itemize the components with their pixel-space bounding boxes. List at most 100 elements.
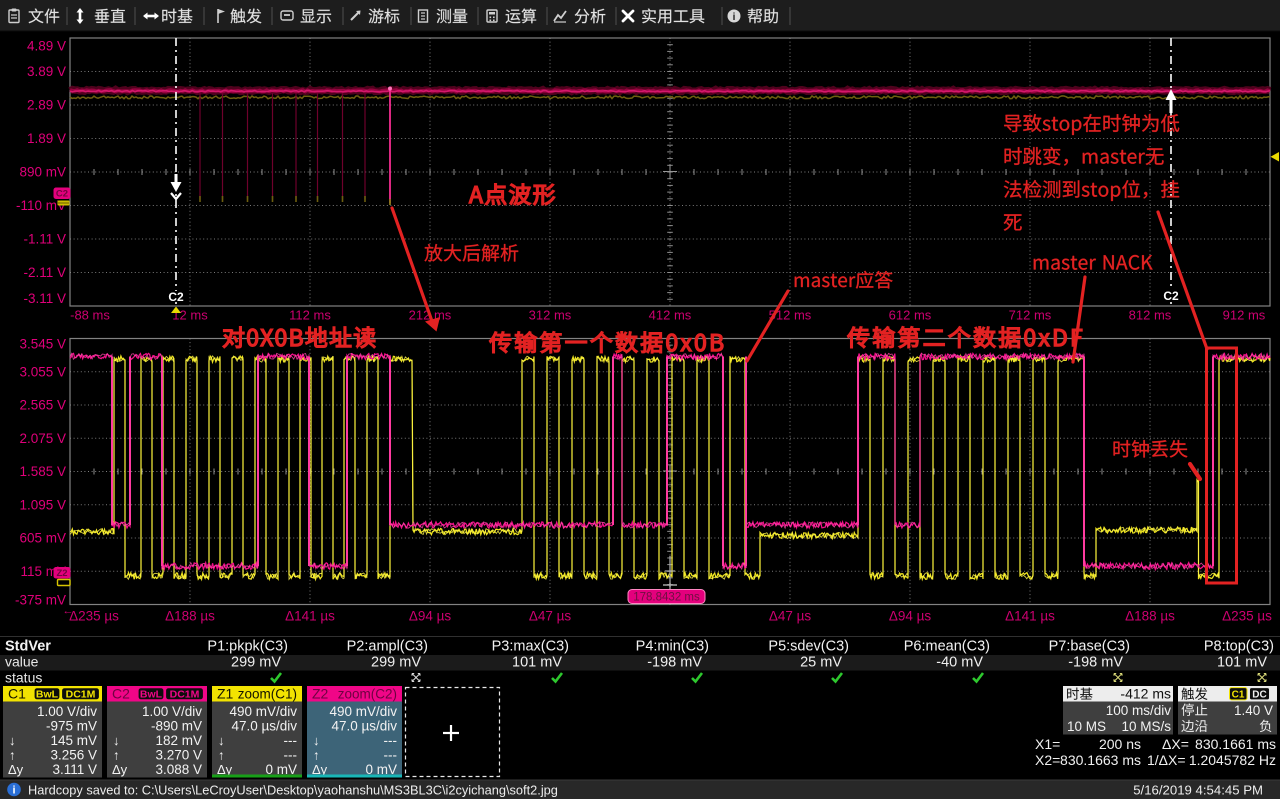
svg-text:1.585 V: 1.585 V	[19, 464, 66, 479]
svg-text:912 ms: 912 ms	[1223, 308, 1266, 323]
svg-text:10 MS/s: 10 MS/s	[1121, 719, 1171, 734]
svg-text:---: ---	[284, 733, 298, 748]
svg-text:Z2: Z2	[56, 568, 67, 579]
svg-text:---: ---	[384, 748, 398, 763]
svg-text:Δ235 µs: Δ235 µs	[69, 609, 119, 624]
svg-text:312 ms: 312 ms	[529, 308, 572, 323]
svg-text:↓: ↓	[313, 733, 320, 748]
svg-text:↑: ↑	[218, 748, 225, 763]
svg-text:3.89 V: 3.89 V	[27, 64, 66, 79]
svg-text:-198 mV: -198 mV	[1068, 655, 1123, 671]
svg-text:-375 mV: -375 mV	[15, 593, 66, 608]
svg-text:2.89 V: 2.89 V	[27, 98, 66, 113]
svg-text:299 mV: 299 mV	[231, 655, 281, 671]
svg-text:-975 mV: -975 mV	[46, 719, 97, 734]
svg-text:490 mV/div: 490 mV/div	[229, 704, 297, 719]
svg-text:3.055 V: 3.055 V	[19, 364, 66, 379]
svg-text:Z2: Z2	[312, 686, 329, 702]
svg-text:i: i	[12, 785, 15, 797]
svg-text:zoom(C2): zoom(C2)	[338, 687, 397, 702]
svg-text:200 ns: 200 ns	[1099, 736, 1141, 752]
svg-text:↓: ↓	[113, 733, 120, 748]
svg-text:status: status	[5, 670, 42, 686]
svg-text:182 mV: 182 mV	[155, 733, 202, 748]
svg-text:Δy: Δy	[8, 762, 24, 777]
svg-text:145 mV: 145 mV	[50, 733, 97, 748]
svg-text:1.89 V: 1.89 V	[27, 131, 66, 146]
svg-text:830.1663 ms: 830.1663 ms	[1060, 752, 1141, 768]
svg-text:P3:max(C3): P3:max(C3)	[492, 639, 569, 655]
svg-text:1.095 V: 1.095 V	[19, 497, 66, 512]
svg-text:101 mV: 101 mV	[512, 655, 562, 671]
svg-text:-2.11 V: -2.11 V	[23, 265, 66, 280]
svg-text:BwL: BwL	[140, 689, 163, 701]
svg-text:C1: C1	[8, 686, 26, 702]
svg-text:47.0 µs/div: 47.0 µs/div	[331, 719, 397, 734]
svg-text:-110 mV: -110 mV	[16, 198, 66, 213]
svg-text:zoom(C1): zoom(C1)	[238, 687, 297, 702]
svg-text:4.89 V: 4.89 V	[27, 39, 66, 54]
svg-text:412 ms: 412 ms	[649, 308, 692, 323]
svg-text:1.2045782 Hz: 1.2045782 Hz	[1189, 752, 1276, 768]
svg-text:P6:mean(C3): P6:mean(C3)	[904, 639, 990, 655]
svg-text:890 mV: 890 mV	[19, 165, 66, 180]
svg-text:X1=: X1=	[1035, 736, 1060, 752]
svg-text:178.8432 ms: 178.8432 ms	[633, 592, 700, 604]
svg-text:P7:base(C3): P7:base(C3)	[1049, 639, 1130, 655]
svg-text:X2=: X2=	[1035, 752, 1060, 768]
svg-text:10 MS: 10 MS	[1067, 719, 1106, 734]
svg-text:5/16/2019 4:54:45 PM: 5/16/2019 4:54:45 PM	[1133, 783, 1263, 798]
svg-text:i: i	[733, 12, 736, 23]
svg-text:↓: ↓	[9, 733, 16, 748]
svg-text:612 ms: 612 ms	[889, 308, 932, 323]
svg-text:1/ΔX=: 1/ΔX=	[1147, 752, 1186, 768]
svg-text:-890 mV: -890 mV	[151, 719, 202, 734]
svg-text:←: ←	[63, 605, 74, 617]
svg-text:Hardcopy saved to: C:\Users\Le: Hardcopy saved to: C:\Users\LeCroyUser\D…	[28, 783, 558, 798]
svg-text:Δ188 µs: Δ188 µs	[165, 609, 215, 624]
svg-text:↑: ↑	[313, 748, 320, 763]
svg-text:1.00 V/div: 1.00 V/div	[142, 704, 202, 719]
svg-text:Δy: Δy	[112, 762, 128, 777]
svg-text:-3.11 V: -3.11 V	[23, 291, 66, 306]
svg-text:P1:pkpk(C3): P1:pkpk(C3)	[207, 639, 288, 655]
svg-text:DC1M: DC1M	[66, 689, 96, 701]
svg-text:↓: ↓	[218, 733, 225, 748]
svg-text:2.075 V: 2.075 V	[19, 431, 66, 446]
svg-text:3.088 V: 3.088 V	[155, 762, 202, 777]
svg-text:Δ94 µs: Δ94 µs	[889, 609, 932, 624]
svg-text:↑: ↑	[113, 748, 120, 763]
svg-text:Δ47 µs: Δ47 µs	[769, 609, 812, 624]
svg-text:712 ms: 712 ms	[1009, 308, 1052, 323]
svg-text:Δ141 µs: Δ141 µs	[1005, 609, 1055, 624]
svg-text:C1: C1	[1232, 689, 1245, 700]
svg-text:P8:top(C3): P8:top(C3)	[1204, 639, 1274, 655]
svg-text:112 ms: 112 ms	[289, 308, 331, 323]
svg-text:C2: C2	[112, 686, 130, 702]
svg-text:DC1M: DC1M	[170, 689, 200, 701]
svg-text:-1.11 V: -1.11 V	[23, 232, 66, 247]
svg-text:3.270 V: 3.270 V	[155, 748, 202, 763]
svg-text:605 mV: 605 mV	[19, 531, 66, 546]
svg-text:299 mV: 299 mV	[371, 655, 421, 671]
svg-text:100 ms/div: 100 ms/div	[1106, 703, 1172, 718]
svg-text:value: value	[5, 654, 39, 670]
svg-text:101 mV: 101 mV	[1217, 655, 1267, 671]
svg-text:ΔX=: ΔX=	[1162, 736, 1189, 752]
svg-text:---: ---	[384, 733, 398, 748]
svg-text:Δ141 µs: Δ141 µs	[285, 609, 335, 624]
svg-text:P5:sdev(C3): P5:sdev(C3)	[768, 639, 849, 655]
svg-text:812 ms: 812 ms	[1129, 308, 1172, 323]
svg-text:C2: C2	[1163, 289, 1179, 303]
svg-text:Δ235 µs: Δ235 µs	[1222, 609, 1272, 624]
svg-text:-40 mV: -40 mV	[936, 655, 983, 671]
svg-text:Δ188 µs: Δ188 µs	[1125, 609, 1175, 624]
svg-text:-412 ms: -412 ms	[1120, 686, 1171, 702]
svg-text:C2: C2	[56, 189, 68, 200]
svg-text:-88 ms: -88 ms	[70, 308, 110, 323]
svg-text:Δ94 µs: Δ94 µs	[409, 609, 452, 624]
svg-text:830.1661 ms: 830.1661 ms	[1195, 736, 1276, 752]
svg-text:P4:min(C3): P4:min(C3)	[636, 639, 709, 655]
svg-text:1.00 V/div: 1.00 V/div	[37, 704, 97, 719]
svg-text:2.565 V: 2.565 V	[19, 398, 66, 413]
